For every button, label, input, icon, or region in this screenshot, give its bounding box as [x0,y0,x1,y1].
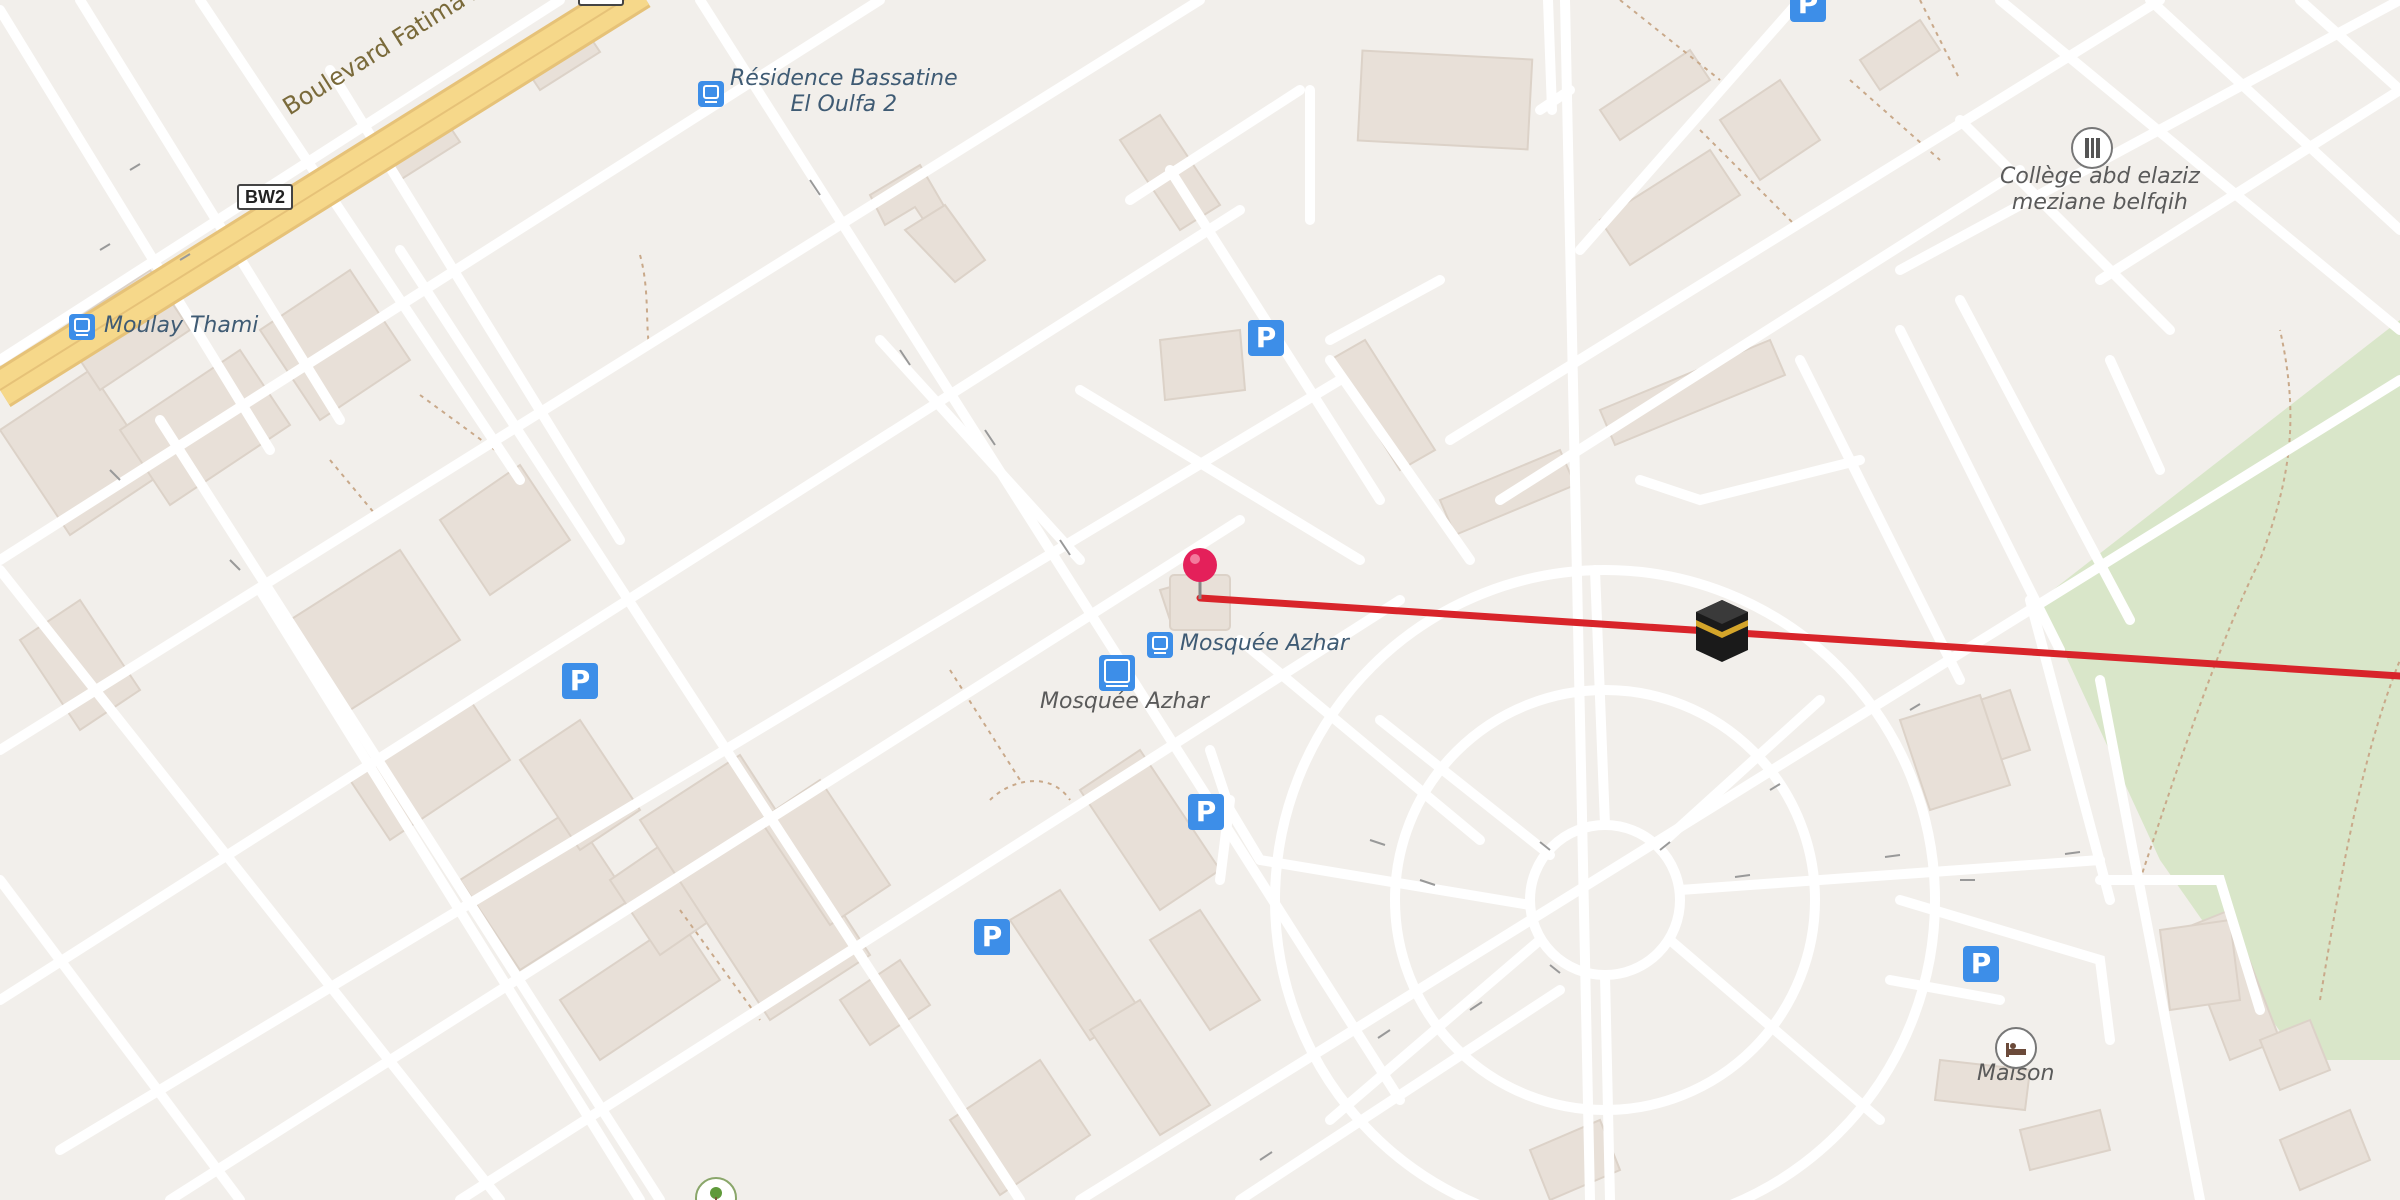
college-label-line2: meziane belfqih [2011,190,2188,215]
parking-icon[interactable]: P [974,919,1010,955]
residence-bassatine-label[interactable]: Résidence Bassatine El Oulfa 2 [730,66,958,118]
school-icon[interactable] [2071,127,2113,169]
mosquee-azhar-stop-label[interactable]: Mosquée Azhar [1180,631,1349,657]
route-shield-top [578,0,624,6]
kaaba-icon [1696,600,1748,662]
park-icon[interactable] [695,1177,737,1200]
route-shield: BW2 [237,184,293,210]
bus-stop-icon[interactable] [69,314,95,340]
hotel-icon[interactable] [1995,1027,2037,1069]
parking-icon[interactable]: P [1963,946,1999,982]
parking-icon[interactable]: P [1790,0,1826,22]
moulay-thami-label[interactable]: Moulay Thami [104,313,258,339]
bus-stop-icon[interactable] [698,81,724,107]
bus-stop-icon[interactable] [1099,655,1135,691]
parking-icon[interactable]: P [562,663,598,699]
residence-label-line1: Résidence Bassatine [730,66,958,91]
parking-icon[interactable]: P [1188,794,1224,830]
mosquee-azhar-bus-label[interactable]: Mosquée Azhar [1040,689,1209,715]
college-label[interactable]: Collège abd elaziz meziane belfqih [2000,164,2200,216]
parking-icon[interactable]: P [1248,320,1284,356]
bus-stop-icon[interactable] [1147,632,1173,658]
map-canvas[interactable]: Résidence Bassatine El Oulfa 2 Moulay Th… [0,0,2400,1200]
residence-label-line2: El Oulfa 2 [790,92,898,117]
